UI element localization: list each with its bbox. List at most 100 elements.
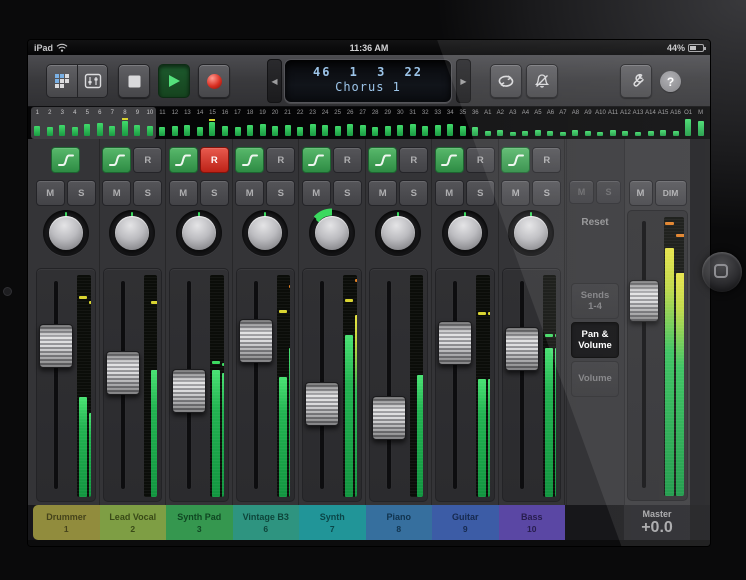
mute-button[interactable]: M bbox=[102, 180, 132, 206]
solo-button[interactable]: S bbox=[532, 180, 562, 206]
overview-track-21[interactable]: 21 bbox=[281, 107, 294, 139]
count-in-button[interactable] bbox=[526, 64, 558, 98]
record-enable-button[interactable]: R bbox=[465, 147, 495, 173]
pan-knob[interactable] bbox=[372, 208, 424, 258]
automation-curve-button[interactable] bbox=[168, 147, 198, 173]
pan-knob[interactable] bbox=[106, 208, 158, 258]
overview-track-A3[interactable]: A3 bbox=[507, 107, 520, 139]
group-mute-button[interactable]: M bbox=[569, 180, 594, 204]
next-section-button[interactable]: ▶ bbox=[456, 59, 471, 103]
overview-track-17[interactable]: 17 bbox=[231, 107, 244, 139]
overview-track-15[interactable]: 15 bbox=[206, 107, 219, 139]
fader-handle[interactable] bbox=[172, 368, 206, 413]
record-enable-button[interactable]: R bbox=[266, 147, 296, 173]
record-enable-button[interactable]: R bbox=[332, 147, 362, 173]
track-label-10[interactable]: Bass 10 bbox=[498, 505, 565, 540]
solo-button[interactable]: S bbox=[332, 180, 362, 206]
fader-mode-volume[interactable]: Volume bbox=[571, 361, 619, 397]
overview-track-1[interactable]: 1 bbox=[31, 107, 44, 139]
view-grid-button[interactable] bbox=[46, 64, 77, 98]
mixer-view-button[interactable] bbox=[77, 64, 108, 98]
overview-track-16[interactable]: 16 bbox=[219, 107, 232, 139]
master-mute-button[interactable]: M bbox=[628, 180, 653, 206]
pan-knob[interactable] bbox=[505, 208, 557, 258]
overview-track-A15[interactable]: A15 bbox=[657, 107, 670, 139]
mute-button[interactable]: M bbox=[35, 180, 65, 206]
automation-curve-button[interactable] bbox=[434, 147, 464, 173]
fader-handle[interactable] bbox=[305, 382, 339, 427]
overview-track-8[interactable]: 8 bbox=[118, 107, 132, 139]
mute-button[interactable]: M bbox=[301, 180, 331, 206]
overview-track-30[interactable]: 30 bbox=[394, 107, 407, 139]
pan-knob[interactable] bbox=[173, 208, 225, 258]
overview-track-A8[interactable]: A8 bbox=[569, 107, 582, 139]
solo-button[interactable]: S bbox=[66, 180, 96, 206]
help-button[interactable]: ? bbox=[660, 71, 681, 92]
fader-mode-pan-volume[interactable]: Pan & Volume bbox=[571, 322, 619, 358]
overview-track-33[interactable]: 33 bbox=[432, 107, 445, 139]
overview-track-A10[interactable]: A10 bbox=[594, 107, 607, 139]
record-enable-button[interactable]: R bbox=[199, 147, 229, 173]
home-button[interactable] bbox=[702, 252, 742, 292]
fader-handle[interactable] bbox=[438, 320, 472, 365]
solo-button[interactable]: S bbox=[399, 180, 429, 206]
mute-button[interactable]: M bbox=[168, 180, 198, 206]
automation-curve-button[interactable] bbox=[51, 147, 81, 173]
play-button[interactable] bbox=[158, 64, 190, 98]
track-label-1[interactable]: Drummer 1 bbox=[33, 505, 100, 540]
overview-track-4[interactable]: 4 bbox=[68, 107, 82, 139]
pan-knob[interactable] bbox=[239, 208, 291, 258]
mute-button[interactable]: M bbox=[368, 180, 398, 206]
overview-track-A12[interactable]: A12 bbox=[619, 107, 632, 139]
overview-track-10[interactable]: 10 bbox=[143, 107, 157, 139]
fader-handle[interactable] bbox=[39, 324, 73, 369]
overview-track-2[interactable]: 2 bbox=[43, 107, 57, 139]
track-label-9[interactable]: Guitar 9 bbox=[432, 505, 499, 540]
overview-track-11[interactable]: 11 bbox=[156, 107, 169, 139]
overview-track-A4[interactable]: A4 bbox=[519, 107, 532, 139]
solo-button[interactable]: S bbox=[465, 180, 495, 206]
overview-track-26[interactable]: 26 bbox=[344, 107, 357, 139]
track-label-6[interactable]: Vintage B3 6 bbox=[232, 505, 299, 540]
overview-track-14[interactable]: 14 bbox=[194, 107, 207, 139]
fader-handle[interactable] bbox=[105, 350, 140, 395]
overview-track-34[interactable]: 34 bbox=[444, 107, 457, 139]
overview-track-24[interactable]: 24 bbox=[319, 107, 332, 139]
pan-knob[interactable] bbox=[40, 208, 92, 258]
overview-track-25[interactable]: 25 bbox=[331, 107, 344, 139]
track-label-8[interactable]: Piano 8 bbox=[365, 505, 432, 540]
record-enable-button[interactable]: R bbox=[399, 147, 429, 173]
fader-handle[interactable] bbox=[504, 327, 539, 372]
track-label-2[interactable]: Lead Vocal 2 bbox=[99, 505, 166, 540]
overview-track-29[interactable]: 29 bbox=[381, 107, 394, 139]
overview-track-13[interactable]: 13 bbox=[181, 107, 194, 139]
overview-track-A5[interactable]: A5 bbox=[532, 107, 545, 139]
previous-section-button[interactable]: ◀ bbox=[267, 59, 282, 103]
fader-handle[interactable] bbox=[371, 395, 406, 440]
mute-button[interactable]: M bbox=[501, 180, 531, 206]
overview-track-7[interactable]: 7 bbox=[106, 107, 119, 139]
solo-button[interactable]: S bbox=[266, 180, 296, 206]
overview-track-20[interactable]: 20 bbox=[269, 107, 282, 139]
overview-track-23[interactable]: 23 bbox=[306, 107, 319, 139]
overview-track-6[interactable]: 6 bbox=[93, 107, 107, 139]
overview-track-A13[interactable]: A13 bbox=[632, 107, 645, 139]
pan-knob[interactable] bbox=[439, 208, 491, 258]
pan-knob-cap[interactable] bbox=[248, 216, 283, 250]
overview-track-M[interactable]: M bbox=[694, 107, 707, 139]
mute-button[interactable]: M bbox=[235, 180, 265, 206]
overview-track-31[interactable]: 31 bbox=[406, 107, 419, 139]
automation-curve-button[interactable] bbox=[235, 147, 265, 173]
mute-button[interactable]: M bbox=[434, 180, 464, 206]
pan-knob-cap[interactable] bbox=[48, 216, 83, 250]
master-dim-button[interactable]: DIM bbox=[654, 180, 687, 206]
overview-track-3[interactable]: 3 bbox=[56, 107, 69, 139]
overview-track-A9[interactable]: A9 bbox=[582, 107, 595, 139]
fader-mode-sends-1-4[interactable]: Sends 1-4 bbox=[571, 283, 619, 319]
record-enable-button[interactable]: R bbox=[133, 147, 163, 173]
overview-track-32[interactable]: 32 bbox=[419, 107, 432, 139]
overview-track-A16[interactable]: A16 bbox=[669, 107, 682, 139]
overview-track-A1[interactable]: A1 bbox=[482, 107, 495, 139]
track-label-7[interactable]: Synth 7 bbox=[299, 505, 366, 540]
stop-button[interactable] bbox=[118, 64, 150, 98]
